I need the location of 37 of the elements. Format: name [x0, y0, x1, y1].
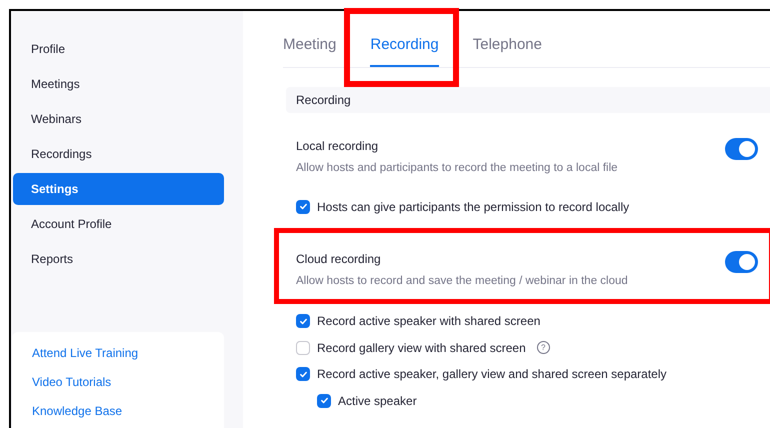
tab[interactable]: Recording [370, 11, 439, 67]
checkbox-label: Hosts can give participants the permission to record locally [317, 198, 630, 216]
help-link[interactable]: Knowledge Base [32, 402, 122, 420]
sidebar-item[interactable]: Webinars [13, 102, 224, 134]
checkbox-label: Record active speaker with shared screen [317, 313, 540, 330]
sidebar-item[interactable]: Recordings [13, 138, 224, 170]
sidebar-item[interactable]: Settings [13, 172, 224, 204]
checkbox[interactable] [296, 314, 310, 328]
setting-title: Local recording [296, 138, 380, 155]
checkbox-label: Record active speaker, gallery view and shared screen separately [317, 366, 667, 384]
checkmark-icon [298, 370, 308, 379]
checkmark-icon [298, 316, 308, 326]
checkbox-label: Record gallery view with shared screen [317, 340, 526, 357]
section-title: Recording [296, 92, 351, 109]
sidebar-item[interactable]: Meetings [13, 68, 224, 100]
checkbox[interactable] [296, 340, 310, 355]
setting-title: Cloud recording [296, 250, 382, 268]
checkbox[interactable] [296, 200, 310, 214]
help-icon[interactable]: ? [536, 341, 550, 354]
checkmark-icon [298, 202, 308, 211]
sidebar-item[interactable]: Profile [13, 32, 224, 64]
setting-description: Allow hosts to record and save the meeting / webinar in the cloud [296, 274, 628, 289]
checkbox[interactable] [317, 394, 331, 408]
checkbox-label: Active speaker [338, 392, 417, 410]
help-link[interactable]: Video Tutorials [32, 373, 112, 391]
help-link[interactable]: Attend Live Training [32, 344, 138, 362]
checkmark-icon [320, 396, 328, 406]
tab[interactable]: Telephone [472, 11, 542, 67]
checkbox[interactable] [296, 367, 310, 382]
sidebar-item[interactable]: Reports [13, 242, 224, 274]
toggle-knob [739, 254, 755, 270]
tab[interactable]: Meeting [283, 11, 336, 67]
toggle-switch[interactable] [725, 138, 758, 160]
sidebar-item[interactable]: Account Profile [13, 208, 224, 240]
toggle-switch[interactable] [725, 250, 758, 273]
toggle-knob [739, 141, 755, 157]
setting-description: Allow hosts and participants to record the meeting to a local file [296, 161, 618, 176]
